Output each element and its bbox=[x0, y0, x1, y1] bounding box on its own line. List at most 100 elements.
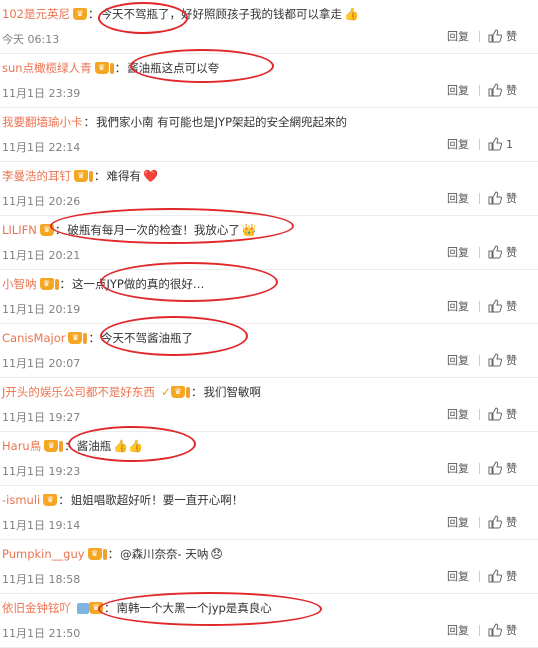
user-badge: ♛ bbox=[94, 62, 114, 74]
comment-line: 李曼浩的耳钉 ♛ ：难得有 ❤️ bbox=[2, 167, 534, 185]
comment-username[interactable]: 102是元英尼 bbox=[2, 6, 70, 22]
thumbs-up-icon bbox=[488, 515, 503, 529]
reply-button[interactable]: 回复 bbox=[447, 244, 477, 260]
comment-username[interactable]: 我要翻墙瑜小卡 bbox=[2, 114, 83, 130]
user-badge: ♛ bbox=[68, 332, 88, 344]
action-divider bbox=[479, 30, 480, 42]
comment-username[interactable]: 李曼浩的耳钉 bbox=[2, 168, 71, 184]
comment-username[interactable]: Haru鳥 bbox=[2, 438, 41, 454]
comment-timestamp: 11月1日 21:50 bbox=[2, 627, 81, 640]
like-count: 赞 bbox=[506, 354, 517, 367]
like-count: 赞 bbox=[506, 300, 517, 313]
crown-badge-icon: ♛ bbox=[87, 548, 102, 560]
comment-text: 酱油瓶这点可以夸 bbox=[127, 61, 220, 75]
comment-username[interactable]: 依旧金钟铉吖 bbox=[2, 600, 71, 616]
like-button[interactable]: 赞 bbox=[488, 568, 528, 584]
comment-username[interactable]: -ismuli bbox=[2, 493, 40, 507]
comment-item: LILIFN ♛：破瓶有每月一次的检查！我放心了 👑 11月1日 20:21 回复 赞 bbox=[0, 216, 538, 270]
fan-badge-icon bbox=[185, 386, 190, 398]
reply-button[interactable]: 回复 bbox=[447, 190, 477, 206]
like-count: 赞 bbox=[506, 408, 517, 421]
emoji-icon: 😞 bbox=[210, 547, 223, 561]
like-count: 赞 bbox=[506, 570, 517, 583]
reply-button[interactable]: 回复 bbox=[447, 514, 477, 530]
user-badge: ♛ bbox=[87, 548, 107, 560]
user-badge: ♛ bbox=[39, 278, 59, 290]
like-button[interactable]: 赞 bbox=[488, 82, 528, 98]
user-badge: ♛ bbox=[72, 8, 87, 20]
like-button[interactable]: 赞 bbox=[488, 622, 528, 638]
like-count: 赞 bbox=[506, 624, 517, 637]
comment-actions: 回复 赞 bbox=[447, 514, 528, 530]
action-divider bbox=[479, 300, 480, 312]
verified-v-icon: ✓ bbox=[160, 385, 171, 399]
fan-badge-icon bbox=[109, 62, 114, 74]
comment-username[interactable]: 小智呐 bbox=[2, 276, 37, 292]
comment-item: -ismuli ♛：姐姐唱歌超好听！要一直开心啊！ 11月1日 19:14 回复 赞 bbox=[0, 486, 538, 540]
comment-list: 102是元英尼 ♛：今天不驾瓶了，好好照顾孩子我的钱都可以拿走 👍 今天 06:13 回… bbox=[0, 0, 538, 648]
comment-item: 李曼浩的耳钉 ♛ ：难得有 ❤️ 11月1日 20:26 回复 赞 bbox=[0, 162, 538, 216]
colon-separator: ： bbox=[87, 7, 100, 21]
comment-timestamp: 今天 06:13 bbox=[2, 33, 60, 46]
thumbs-up-icon bbox=[488, 245, 503, 259]
comment-text: 姐姐唱歌超好听！要一直开心啊！ bbox=[70, 493, 244, 507]
like-button[interactable]: 赞 bbox=[488, 460, 528, 476]
like-button[interactable]: 赞 bbox=[488, 244, 528, 260]
like-count: 赞 bbox=[506, 30, 517, 43]
comment-line: Haru鳥 ♛ ：酱油瓶 👍👍 bbox=[2, 437, 534, 455]
reply-button[interactable]: 回复 bbox=[447, 136, 477, 152]
comment-text: 今天不驾瓶了，好好照顾孩子我的钱都可以拿走 bbox=[100, 7, 342, 21]
comment-line: J开头的娱乐公司都不是好东西 ✓ ♛：我们智敏啊 bbox=[2, 383, 534, 401]
action-divider bbox=[479, 192, 480, 204]
comment-item: 小智呐 ♛ ：这一点JYP做的真的很好… 11月1日 20:19 回复 赞 bbox=[0, 270, 538, 324]
colon-separator: ： bbox=[104, 601, 116, 615]
comment-text: 我们智敏啊 bbox=[203, 385, 261, 399]
comment-username[interactable]: LILIFN bbox=[2, 223, 37, 237]
fan-badge-icon bbox=[83, 332, 88, 344]
reply-button[interactable]: 回复 bbox=[447, 568, 477, 584]
colon-separator: ： bbox=[83, 115, 96, 129]
emoji-icon: 👑 bbox=[241, 223, 257, 237]
comment-timestamp: 11月1日 20:07 bbox=[2, 357, 81, 370]
comment-username[interactable]: J开头的娱乐公司都不是好东西 bbox=[2, 384, 155, 400]
action-divider bbox=[479, 624, 480, 636]
comment-actions: 回复 赞 bbox=[447, 190, 528, 206]
thumbs-up-icon bbox=[488, 569, 503, 583]
comment-item: Pumpkin__guy ♛ ： @森川奈奈- 天呐 😞 11月1日 18:58 回复 赞 bbox=[0, 540, 538, 594]
reply-button[interactable]: 回复 bbox=[447, 352, 477, 368]
action-divider bbox=[479, 516, 480, 528]
like-button[interactable]: 1 bbox=[488, 137, 528, 151]
reply-button[interactable]: 回复 bbox=[447, 298, 477, 314]
crown-badge-icon: ♛ bbox=[89, 602, 103, 614]
thumbs-up-icon bbox=[488, 353, 503, 367]
fan-badge-icon bbox=[59, 440, 64, 452]
comment-item: 102是元英尼 ♛：今天不驾瓶了，好好照顾孩子我的钱都可以拿走 👍 今天 06:13 回… bbox=[0, 0, 538, 54]
reply-button[interactable]: 回复 bbox=[447, 406, 477, 422]
comment-actions: 回复 赞 bbox=[447, 568, 528, 584]
comment-username[interactable]: Pumpkin__guy bbox=[2, 547, 85, 561]
crown-badge-icon: ♛ bbox=[74, 170, 88, 182]
reply-button[interactable]: 回复 bbox=[447, 622, 477, 638]
comment-timestamp: 11月1日 20:26 bbox=[2, 195, 81, 208]
like-button[interactable]: 赞 bbox=[488, 514, 528, 530]
like-count: 赞 bbox=[506, 516, 517, 529]
colon-separator: ： bbox=[94, 169, 106, 183]
thumbs-up-icon bbox=[488, 29, 503, 43]
like-button[interactable]: 赞 bbox=[488, 352, 528, 368]
reply-button[interactable]: 回复 bbox=[447, 82, 477, 98]
comment-actions: 回复 赞 bbox=[447, 622, 528, 638]
comment-username[interactable]: sun点橄榄绿人青 bbox=[2, 60, 92, 76]
like-button[interactable]: 赞 bbox=[488, 406, 528, 422]
action-divider bbox=[479, 246, 480, 258]
comment-username[interactable]: CanisMajor bbox=[2, 331, 65, 345]
comment-line: Pumpkin__guy ♛ ： @森川奈奈- 天呐 😞 bbox=[2, 545, 534, 563]
reply-button[interactable]: 回复 bbox=[447, 28, 477, 44]
reply-button[interactable]: 回复 bbox=[447, 460, 477, 476]
like-button[interactable]: 赞 bbox=[488, 28, 528, 44]
like-button[interactable]: 赞 bbox=[488, 298, 528, 314]
like-count: 赞 bbox=[506, 462, 517, 475]
like-button[interactable]: 赞 bbox=[488, 190, 528, 206]
comment-text: 难得有 bbox=[106, 169, 142, 183]
comment-item: sun点橄榄绿人青 ♛ ：酱油瓶这点可以夸 11月1日 23:39 回复 赞 bbox=[0, 54, 538, 108]
colon-separator: ： bbox=[54, 223, 67, 237]
